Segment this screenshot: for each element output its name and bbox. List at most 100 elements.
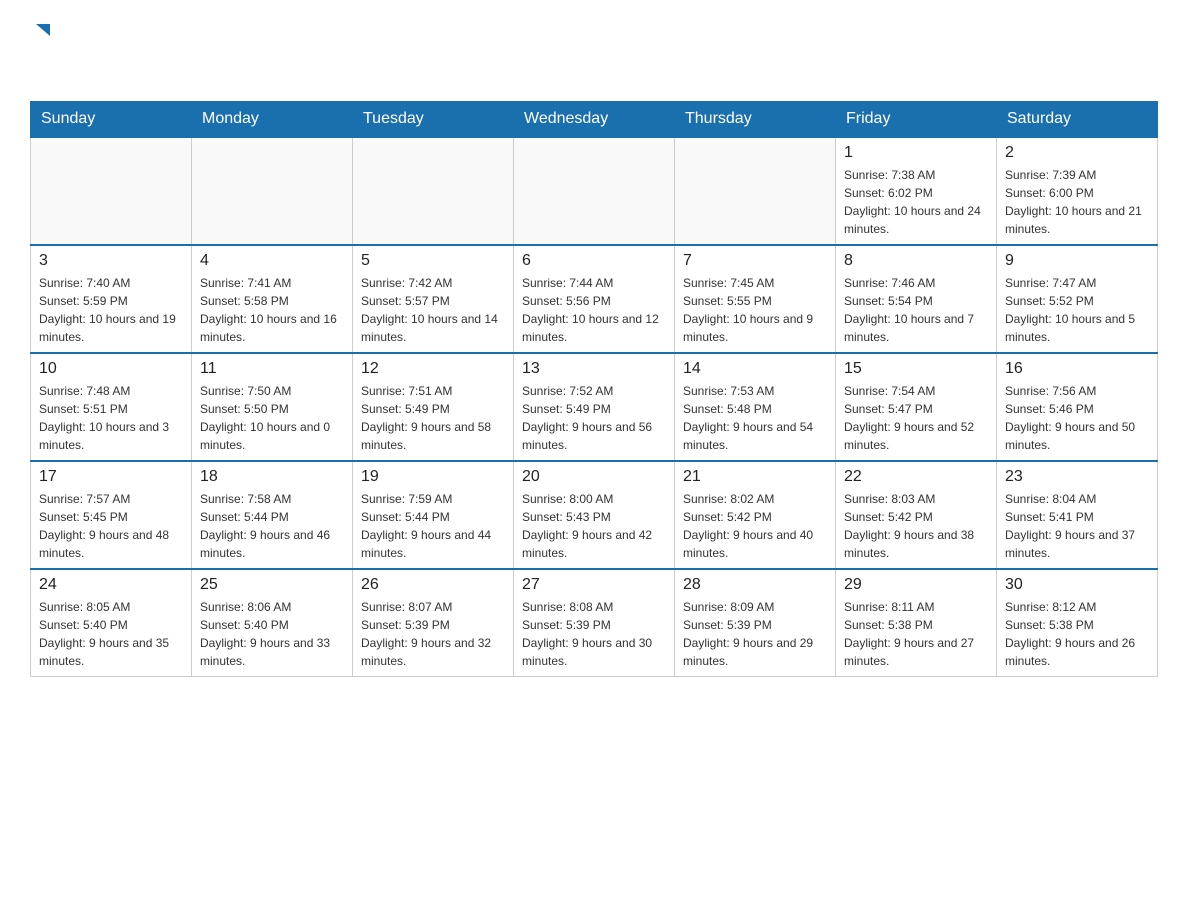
logo-arrow-icon: [32, 20, 54, 47]
calendar-cell: 4 Sunrise: 7:41 AMSunset: 5:58 PMDaylight…: [192, 245, 353, 353]
day-number: 28: [683, 576, 827, 594]
page-header: [30, 20, 1158, 81]
day-info: Sunrise: 8:08 AMSunset: 5:39 PMDaylight:…: [522, 598, 666, 670]
calendar-cell: 24Sunrise: 8:05 AMSunset: 5:40 PMDayligh…: [31, 569, 192, 677]
calendar-cell: 26 Sunrise: 8:07 AMSunset: 5:39 PMDayligh…: [353, 569, 514, 677]
day-info: Sunrise: 8:03 AMSunset: 5:42 PMDaylight:…: [844, 490, 988, 562]
calendar-cell: 12 Sunrise: 7:51 AMSunset: 5:49 PMDayligh…: [353, 353, 514, 461]
day-info: Sunrise: 7:50 AMSunset: 5:50 PMDaylight:…: [200, 382, 344, 454]
calendar-cell: 18Sunrise: 7:58 AMSunset: 5:44 PMDayligh…: [192, 461, 353, 569]
day-of-week-header: Tuesday: [353, 102, 514, 138]
day-number: 27: [522, 576, 666, 594]
day-info: Sunrise: 7:48 AMSunset: 5:51 PMDaylight:…: [39, 382, 183, 454]
day-number: 11: [200, 360, 344, 378]
calendar-cell: 23 Sunrise: 8:04 AMSunset: 5:41 PMDayligh…: [997, 461, 1158, 569]
day-number: 6: [522, 252, 666, 270]
day-of-week-header: Wednesday: [514, 102, 675, 138]
day-info: Sunrise: 7:38 AMSunset: 6:02 PMDaylight:…: [844, 166, 988, 238]
day-number: 5: [361, 252, 505, 270]
day-info: Sunrise: 7:41 AMSunset: 5:58 PMDaylight:…: [200, 274, 344, 346]
day-info: Sunrise: 7:44 AMSunset: 5:56 PMDaylight:…: [522, 274, 666, 346]
day-info: Sunrise: 7:53 AMSunset: 5:48 PMDaylight:…: [683, 382, 827, 454]
calendar-cell: 3 Sunrise: 7:40 AMSunset: 5:59 PMDaylight…: [31, 245, 192, 353]
day-number: 8: [844, 252, 988, 270]
calendar-cell: 5 Sunrise: 7:42 AMSunset: 5:57 PMDaylight…: [353, 245, 514, 353]
day-info: Sunrise: 7:40 AMSunset: 5:59 PMDaylight:…: [39, 274, 183, 346]
calendar-cell: [192, 137, 353, 245]
day-number: 4: [200, 252, 344, 270]
day-number: 3: [39, 252, 183, 270]
calendar-cell: 2 Sunrise: 7:39 AMSunset: 6:00 PMDaylight…: [997, 137, 1158, 245]
day-of-week-header: Monday: [192, 102, 353, 138]
calendar-week-row: 10 Sunrise: 7:48 AMSunset: 5:51 PMDayligh…: [31, 353, 1158, 461]
day-info: Sunrise: 7:45 AMSunset: 5:55 PMDaylight:…: [683, 274, 827, 346]
day-info: Sunrise: 8:02 AMSunset: 5:42 PMDaylight:…: [683, 490, 827, 562]
calendar-cell: 28 Sunrise: 8:09 AMSunset: 5:39 PMDayligh…: [675, 569, 836, 677]
day-number: 2: [1005, 144, 1149, 162]
calendar-cell: 17 Sunrise: 7:57 AMSunset: 5:45 PMDayligh…: [31, 461, 192, 569]
calendar-cell: 29 Sunrise: 8:11 AMSunset: 5:38 PMDayligh…: [836, 569, 997, 677]
day-info: Sunrise: 8:06 AMSunset: 5:40 PMDaylight:…: [200, 598, 344, 670]
calendar-cell: 14Sunrise: 7:53 AMSunset: 5:48 PMDayligh…: [675, 353, 836, 461]
day-info: Sunrise: 8:07 AMSunset: 5:39 PMDaylight:…: [361, 598, 505, 670]
calendar-cell: 27 Sunrise: 8:08 AMSunset: 5:39 PMDayligh…: [514, 569, 675, 677]
calendar-cell: 15 Sunrise: 7:54 AMSunset: 5:47 PMDayligh…: [836, 353, 997, 461]
day-info: Sunrise: 7:42 AMSunset: 5:57 PMDaylight:…: [361, 274, 505, 346]
day-info: Sunrise: 8:09 AMSunset: 5:39 PMDaylight:…: [683, 598, 827, 670]
calendar-week-row: 1Sunrise: 7:38 AMSunset: 6:02 PMDaylight…: [31, 137, 1158, 245]
day-info: Sunrise: 7:54 AMSunset: 5:47 PMDaylight:…: [844, 382, 988, 454]
calendar-cell: 22 Sunrise: 8:03 AMSunset: 5:42 PMDayligh…: [836, 461, 997, 569]
day-info: Sunrise: 7:46 AMSunset: 5:54 PMDaylight:…: [844, 274, 988, 346]
day-info: Sunrise: 7:39 AMSunset: 6:00 PMDaylight:…: [1005, 166, 1149, 238]
day-number: 10: [39, 360, 183, 378]
calendar-cell: 19Sunrise: 7:59 AMSunset: 5:44 PMDayligh…: [353, 461, 514, 569]
calendar-cell: 13 Sunrise: 7:52 AMSunset: 5:49 PMDayligh…: [514, 353, 675, 461]
day-info: Sunrise: 7:51 AMSunset: 5:49 PMDaylight:…: [361, 382, 505, 454]
day-number: 30: [1005, 576, 1149, 594]
calendar-week-row: 24Sunrise: 8:05 AMSunset: 5:40 PMDayligh…: [31, 569, 1158, 677]
day-number: 25: [200, 576, 344, 594]
day-number: 9: [1005, 252, 1149, 270]
calendar-cell: 21 Sunrise: 8:02 AMSunset: 5:42 PMDayligh…: [675, 461, 836, 569]
day-info: Sunrise: 8:04 AMSunset: 5:41 PMDaylight:…: [1005, 490, 1149, 562]
day-number: 26: [361, 576, 505, 594]
calendar-cell: 1Sunrise: 7:38 AMSunset: 6:02 PMDaylight…: [836, 137, 997, 245]
day-number: 22: [844, 468, 988, 486]
calendar-week-row: 17 Sunrise: 7:57 AMSunset: 5:45 PMDayligh…: [31, 461, 1158, 569]
calendar-cell: [353, 137, 514, 245]
calendar-cell: 6 Sunrise: 7:44 AMSunset: 5:56 PMDaylight…: [514, 245, 675, 353]
day-number: 13: [522, 360, 666, 378]
calendar-cell: 8 Sunrise: 7:46 AMSunset: 5:54 PMDaylight…: [836, 245, 997, 353]
day-info: Sunrise: 8:05 AMSunset: 5:40 PMDaylight:…: [39, 598, 183, 670]
day-info: Sunrise: 7:58 AMSunset: 5:44 PMDaylight:…: [200, 490, 344, 562]
day-info: Sunrise: 7:52 AMSunset: 5:49 PMDaylight:…: [522, 382, 666, 454]
calendar-table: SundayMondayTuesdayWednesdayThursdayFrid…: [30, 101, 1158, 677]
day-info: Sunrise: 7:59 AMSunset: 5:44 PMDaylight:…: [361, 490, 505, 562]
calendar-cell: 9 Sunrise: 7:47 AMSunset: 5:52 PMDaylight…: [997, 245, 1158, 353]
calendar-cell: 16 Sunrise: 7:56 AMSunset: 5:46 PMDayligh…: [997, 353, 1158, 461]
calendar-header-row: SundayMondayTuesdayWednesdayThursdayFrid…: [31, 102, 1158, 138]
day-info: Sunrise: 7:57 AMSunset: 5:45 PMDaylight:…: [39, 490, 183, 562]
day-info: Sunrise: 7:47 AMSunset: 5:52 PMDaylight:…: [1005, 274, 1149, 346]
day-of-week-header: Sunday: [31, 102, 192, 138]
calendar-cell: [514, 137, 675, 245]
calendar-cell: 7 Sunrise: 7:45 AMSunset: 5:55 PMDaylight…: [675, 245, 836, 353]
day-number: 17: [39, 468, 183, 486]
calendar-cell: [31, 137, 192, 245]
day-number: 16: [1005, 360, 1149, 378]
calendar-cell: 20Sunrise: 8:00 AMSunset: 5:43 PMDayligh…: [514, 461, 675, 569]
calendar-cell: 10 Sunrise: 7:48 AMSunset: 5:51 PMDayligh…: [31, 353, 192, 461]
day-of-week-header: Friday: [836, 102, 997, 138]
day-number: 7: [683, 252, 827, 270]
day-number: 21: [683, 468, 827, 486]
day-info: Sunrise: 8:11 AMSunset: 5:38 PMDaylight:…: [844, 598, 988, 670]
day-number: 15: [844, 360, 988, 378]
day-number: 23: [1005, 468, 1149, 486]
day-info: Sunrise: 8:12 AMSunset: 5:38 PMDaylight:…: [1005, 598, 1149, 670]
day-number: 29: [844, 576, 988, 594]
day-info: Sunrise: 7:56 AMSunset: 5:46 PMDaylight:…: [1005, 382, 1149, 454]
calendar-cell: 30 Sunrise: 8:12 AMSunset: 5:38 PMDayligh…: [997, 569, 1158, 677]
day-number: 12: [361, 360, 505, 378]
calendar-cell: 25 Sunrise: 8:06 AMSunset: 5:40 PMDayligh…: [192, 569, 353, 677]
day-info: Sunrise: 8:00 AMSunset: 5:43 PMDaylight:…: [522, 490, 666, 562]
